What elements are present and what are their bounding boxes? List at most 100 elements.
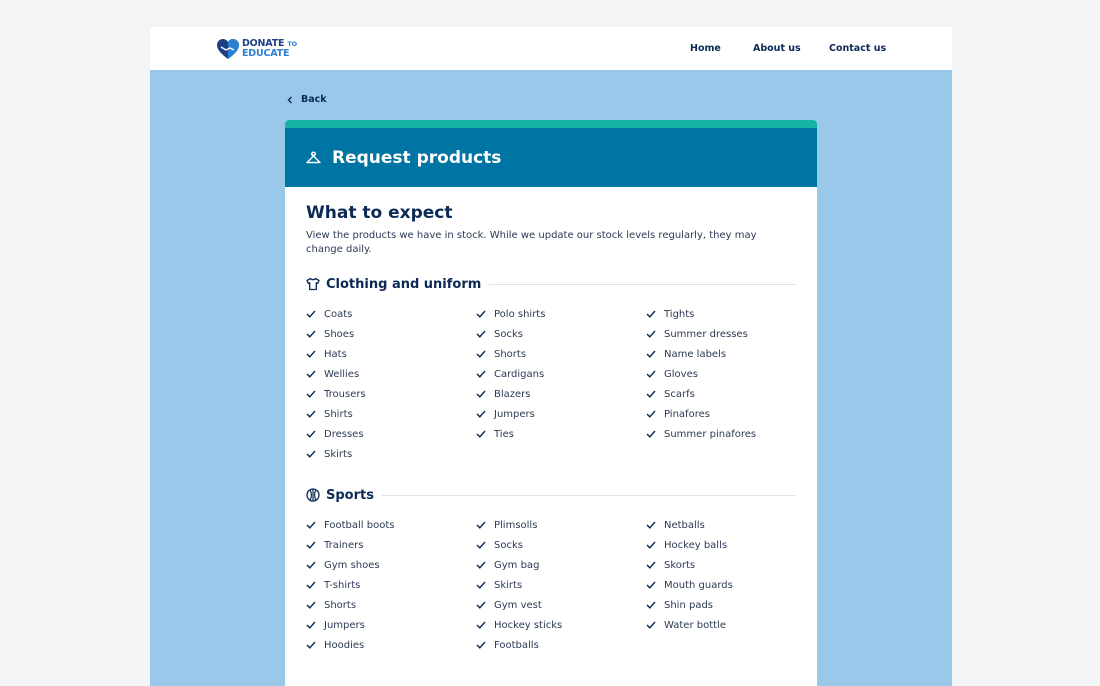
- item-label: Wellies: [324, 368, 360, 380]
- item-column: Netballs Hockey balls Skorts Mouth guards Sh…: [646, 515, 796, 655]
- heart-hands-logo-icon: [217, 39, 239, 59]
- list-item: Name labels: [646, 344, 796, 364]
- list-item: Footballs: [476, 635, 646, 655]
- checkmark-icon: [646, 521, 656, 529]
- checkmark-icon: [476, 641, 486, 649]
- section-divider: [489, 283, 796, 285]
- card-title: Request products: [332, 147, 502, 168]
- item-label: Skirts: [324, 448, 353, 460]
- intro-text: View the products we have in stock. Whil…: [306, 230, 757, 255]
- checkmark-icon: [306, 541, 316, 549]
- nav-contact-container: Contact us: [829, 27, 886, 70]
- card-header: Request products: [285, 128, 817, 187]
- list-item: Socks: [476, 324, 646, 344]
- item-label: Hockey balls: [664, 539, 728, 551]
- list-item: Hoodies: [306, 635, 476, 655]
- list-item: Tights: [646, 304, 796, 324]
- checkmark-icon: [476, 390, 486, 398]
- item-label: Gym bag: [494, 559, 540, 571]
- list-item: Skirts: [476, 575, 646, 595]
- checkmark-icon: [306, 621, 316, 629]
- item-label: Scarfs: [664, 388, 695, 400]
- checkmark-icon: [306, 521, 316, 529]
- list-item: Ties: [476, 424, 646, 444]
- item-column: Coats Shoes Hats Wellies Trousers Shirts Dress…: [306, 304, 476, 464]
- checkmark-icon: [646, 310, 656, 318]
- nav-about-link[interactable]: About us: [753, 43, 801, 54]
- item-label: Tights: [664, 308, 695, 320]
- list-item: T-shirts: [306, 575, 476, 595]
- list-item: Trainers: [306, 535, 476, 555]
- checkmark-icon: [476, 581, 486, 589]
- checkmark-icon: [646, 410, 656, 418]
- list-item: Shorts: [476, 344, 646, 364]
- item-label: Gloves: [664, 368, 698, 380]
- top-navigation-bar: DONATE TO EDUCATE Home About us Contact …: [150, 27, 952, 70]
- item-label: Jumpers: [324, 619, 365, 631]
- checkmark-icon: [476, 561, 486, 569]
- nav-home-link[interactable]: Home: [690, 43, 721, 54]
- item-label: Shorts: [494, 348, 527, 360]
- list-item: Hockey sticks: [476, 615, 646, 635]
- list-item: Gym bag: [476, 555, 646, 575]
- list-item: Scarfs: [646, 384, 796, 404]
- nav-contact-link[interactable]: Contact us: [829, 43, 886, 54]
- nav-about-container: About us: [753, 27, 801, 70]
- list-item: Gym vest: [476, 595, 646, 615]
- list-item: Polo shirts: [476, 304, 646, 324]
- checkmark-icon: [306, 350, 316, 358]
- list-item: Hats: [306, 344, 476, 364]
- hanger-icon: [306, 151, 321, 163]
- item-label: Shirts: [324, 408, 353, 420]
- list-item: Shirts: [306, 404, 476, 424]
- checkmark-icon: [306, 641, 316, 649]
- checkmark-icon: [646, 621, 656, 629]
- list-item: Coats: [306, 304, 476, 324]
- checkmark-icon: [476, 541, 486, 549]
- sports-items-grid: Football boots Trainers Gym shoes T-shirts S…: [306, 515, 796, 655]
- checkmark-icon: [476, 370, 486, 378]
- checkmark-icon: [306, 390, 316, 398]
- item-label: T-shirts: [324, 579, 361, 591]
- item-label: Pinafores: [664, 408, 710, 420]
- list-item: Plimsolls: [476, 515, 646, 535]
- list-item: Jumpers: [306, 615, 476, 635]
- item-column: Tights Summer dresses Name labels Gloves Sca…: [646, 304, 796, 464]
- item-label: Name labels: [664, 348, 727, 360]
- list-item: Socks: [476, 535, 646, 555]
- donate-to-educate-logo[interactable]: DONATE TO EDUCATE: [216, 37, 297, 61]
- list-item: Blazers: [476, 384, 646, 404]
- back-link[interactable]: Back: [287, 94, 327, 105]
- checkmark-icon: [306, 310, 316, 318]
- back-label: Back: [301, 94, 327, 105]
- checkmark-icon: [476, 330, 486, 338]
- checkmark-icon: [476, 410, 486, 418]
- checkmark-icon: [646, 390, 656, 398]
- item-label: Skirts: [494, 579, 523, 591]
- item-label: Shin pads: [664, 599, 714, 611]
- checkmark-icon: [646, 350, 656, 358]
- chevron-left-icon: [287, 96, 292, 103]
- item-label: Polo shirts: [494, 308, 546, 320]
- logo-line1-small: TO: [287, 40, 297, 48]
- what-to-expect-heading: What to expect: [306, 203, 453, 223]
- logo-text: DONATE TO EDUCATE: [242, 39, 297, 59]
- checkmark-icon: [306, 561, 316, 569]
- item-label: Summer pinafores: [664, 428, 757, 440]
- checkmark-icon: [476, 350, 486, 358]
- checkmark-icon: [646, 330, 656, 338]
- item-label: Gym shoes: [324, 559, 380, 571]
- list-item: Jumpers: [476, 404, 646, 424]
- checkmark-icon: [476, 521, 486, 529]
- logo-line2: EDUCATE: [242, 48, 290, 59]
- checkmark-icon: [476, 310, 486, 318]
- section-sports-title: Sports: [326, 487, 374, 503]
- checkmark-icon: [306, 370, 316, 378]
- checkmark-icon: [646, 561, 656, 569]
- list-item: Summer pinafores: [646, 424, 796, 444]
- app-frame: DONATE TO EDUCATE Home About us Contact …: [150, 27, 952, 686]
- list-item: Football boots: [306, 515, 476, 535]
- item-label: Dresses: [324, 428, 364, 440]
- list-item: Netballs: [646, 515, 796, 535]
- item-label: Trainers: [324, 539, 364, 551]
